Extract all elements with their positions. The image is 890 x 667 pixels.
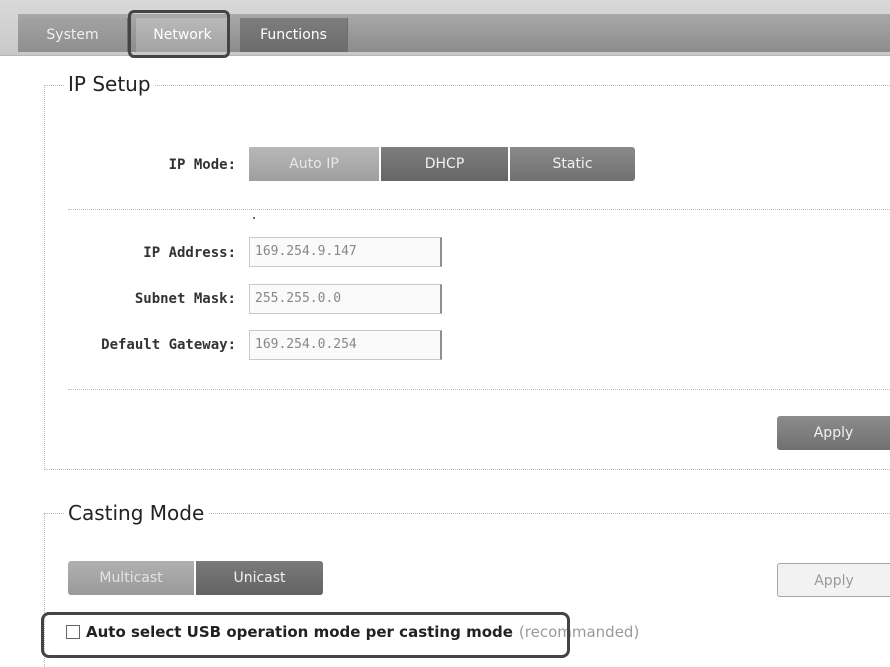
- tab-system[interactable]: System: [18, 18, 128, 52]
- casting-apply-button[interactable]: Apply: [777, 563, 890, 597]
- unicast-button[interactable]: Unicast: [196, 561, 323, 595]
- ip-apply-button[interactable]: Apply: [777, 416, 890, 450]
- ip-setup-panel: [44, 85, 890, 470]
- subnet-mask-label: Subnet Mask:: [134, 291, 236, 307]
- ip-fields-divider: [68, 389, 890, 390]
- dhcp-button[interactable]: DHCP: [381, 147, 508, 181]
- ip-setup-title: IP Setup: [64, 72, 155, 96]
- ip-mode-divider: [68, 209, 890, 210]
- network-tab-highlight: [128, 10, 230, 58]
- casting-mode-title: Casting Mode: [64, 501, 209, 525]
- default-gateway-label: Default Gateway:: [101, 337, 236, 353]
- tab-functions[interactable]: Functions: [240, 18, 348, 52]
- subnet-mask-field[interactable]: 255.255.0.0: [249, 284, 442, 314]
- default-gateway-field[interactable]: 169.254.0.254: [249, 330, 442, 360]
- stray-dot: [253, 217, 255, 219]
- ip-address-field[interactable]: 169.254.9.147: [249, 237, 442, 267]
- ip-address-label: IP Address:: [143, 245, 236, 261]
- usb-option-highlight: [41, 612, 570, 658]
- auto-ip-button[interactable]: Auto IP: [249, 147, 379, 181]
- ip-mode-label: IP Mode:: [168, 157, 236, 173]
- static-button[interactable]: Static: [510, 147, 635, 181]
- multicast-button[interactable]: Multicast: [68, 561, 194, 595]
